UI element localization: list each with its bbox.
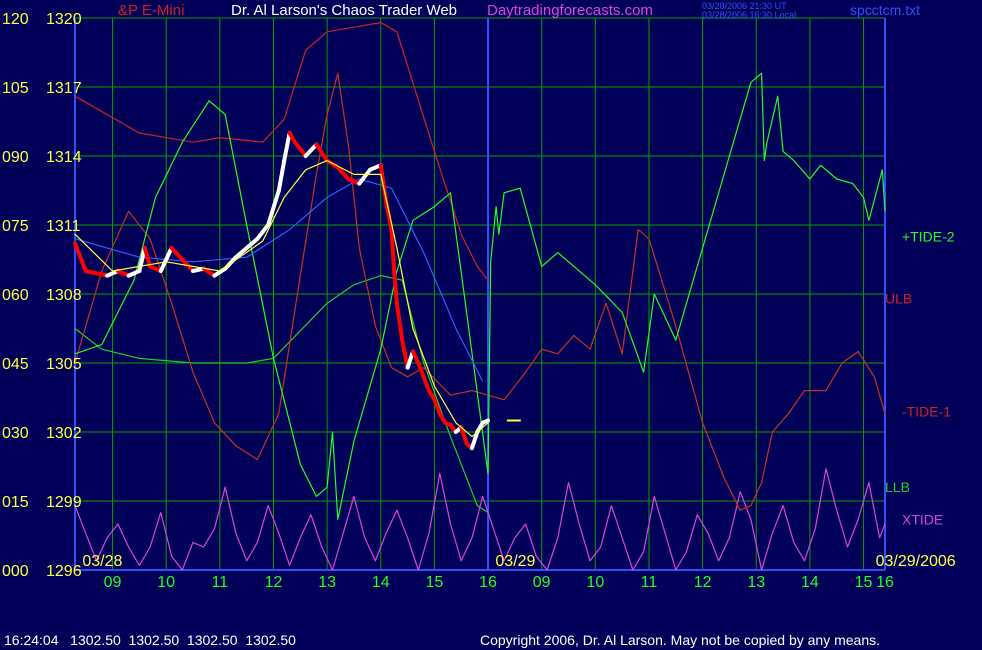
series-label-tide2: +TIDE-2 (902, 229, 955, 245)
price-tick-label: 1308 (46, 287, 82, 304)
site-link[interactable]: Daytradingforecasts.com (487, 2, 653, 19)
series-label-tide1: -TIDE-1 (902, 403, 951, 419)
chart: 120 1320 105 1317 090 1314 075 1311 060 1308 045 13… (0, 0, 982, 650)
ulb-line (74, 22, 489, 281)
price-segment (416, 361, 426, 379)
hour-tick-label: 10 (157, 574, 175, 591)
price-segment (480, 418, 491, 425)
labels: 120 1320105 1317090 1314075 1311060 1308045 13… (2, 11, 956, 591)
osc-tick-label: 015 (2, 494, 29, 511)
hour-tick-label: 13 (318, 574, 336, 591)
osc-tick-label: 105 (2, 80, 29, 97)
osc-tick-label: 120 (2, 11, 29, 28)
osc-tick-label: 060 (2, 287, 29, 304)
hour-tick-label: 15 (855, 574, 873, 591)
series-label-ulb: ULB (885, 291, 912, 307)
osc-tick-label: 045 (2, 356, 29, 373)
price-tick-label: 1317 (46, 80, 82, 97)
osc-tick-label: 090 (2, 149, 29, 166)
chart-svg: 120 1320105 1317090 1314075 1311060 1308045 13… (2, 11, 956, 591)
grid (74, 17, 886, 571)
hour-tick-label: 12 (265, 574, 283, 591)
hour-tick-label: 13 (747, 574, 765, 591)
hour-tick-label: 10 (586, 574, 604, 591)
price-segment (169, 246, 185, 262)
hour-tick-label: 16 (876, 574, 894, 591)
series-label-llb: LLB (885, 479, 910, 495)
hour-tick-label: 11 (212, 574, 229, 591)
hour-tick-label: 09 (104, 574, 122, 591)
chart-title: Dr. Al Larson's Chaos Trader Web (231, 2, 458, 19)
price-segment (276, 158, 287, 193)
price-segment (392, 269, 399, 306)
copyright: Copyright 2006, Dr. Al Larson. May not b… (480, 632, 881, 648)
price-tick-label: 1314 (46, 149, 82, 166)
xtide-line (74, 468, 886, 571)
file-name: spcctcm.txt (850, 2, 921, 18)
price-tick-label: 1305 (46, 356, 82, 373)
local-time: 03/28/2006 16:30 Local (702, 10, 797, 20)
hour-tick-label: 15 (426, 574, 444, 591)
price-segment (142, 246, 153, 269)
tide2-line (74, 72, 886, 520)
price-segment (421, 374, 432, 393)
hour-tick-label: 11 (641, 574, 658, 591)
hour-tick-label: 16 (479, 574, 497, 591)
price-segment (432, 397, 442, 416)
date-label: 03/28 (82, 553, 122, 570)
price-tick-label: 1311 (46, 218, 81, 235)
osc-tick-label: 075 (2, 218, 29, 235)
osc-tick-label: 000 (2, 563, 29, 580)
hour-tick-label: 14 (801, 574, 819, 591)
price-tick-label: 1296 (46, 563, 82, 580)
osc-tick-label: 030 (2, 425, 29, 442)
symbol-label: &P E-Mini (118, 2, 185, 19)
price-segment (255, 223, 271, 241)
price-segment (303, 142, 319, 158)
price-tick-label: 1302 (46, 425, 82, 442)
date-label: 03/29/2006 (876, 553, 956, 570)
price-tick-label: 1299 (46, 494, 82, 511)
price-tick-label: 1320 (46, 11, 82, 28)
series-label-xtide: XTIDE (902, 511, 943, 527)
hour-tick-label: 12 (694, 574, 712, 591)
hour-tick-label: 14 (372, 574, 390, 591)
price-segment (394, 301, 405, 342)
last-quote: 16:24:04 1302.50 1302.50 1302.50 1302.50 (4, 632, 296, 648)
price-segment (292, 140, 308, 158)
series (73, 22, 886, 571)
hour-tick-label: 09 (533, 574, 551, 591)
price-segment (73, 241, 88, 273)
date-label: 03/29 (495, 553, 535, 570)
